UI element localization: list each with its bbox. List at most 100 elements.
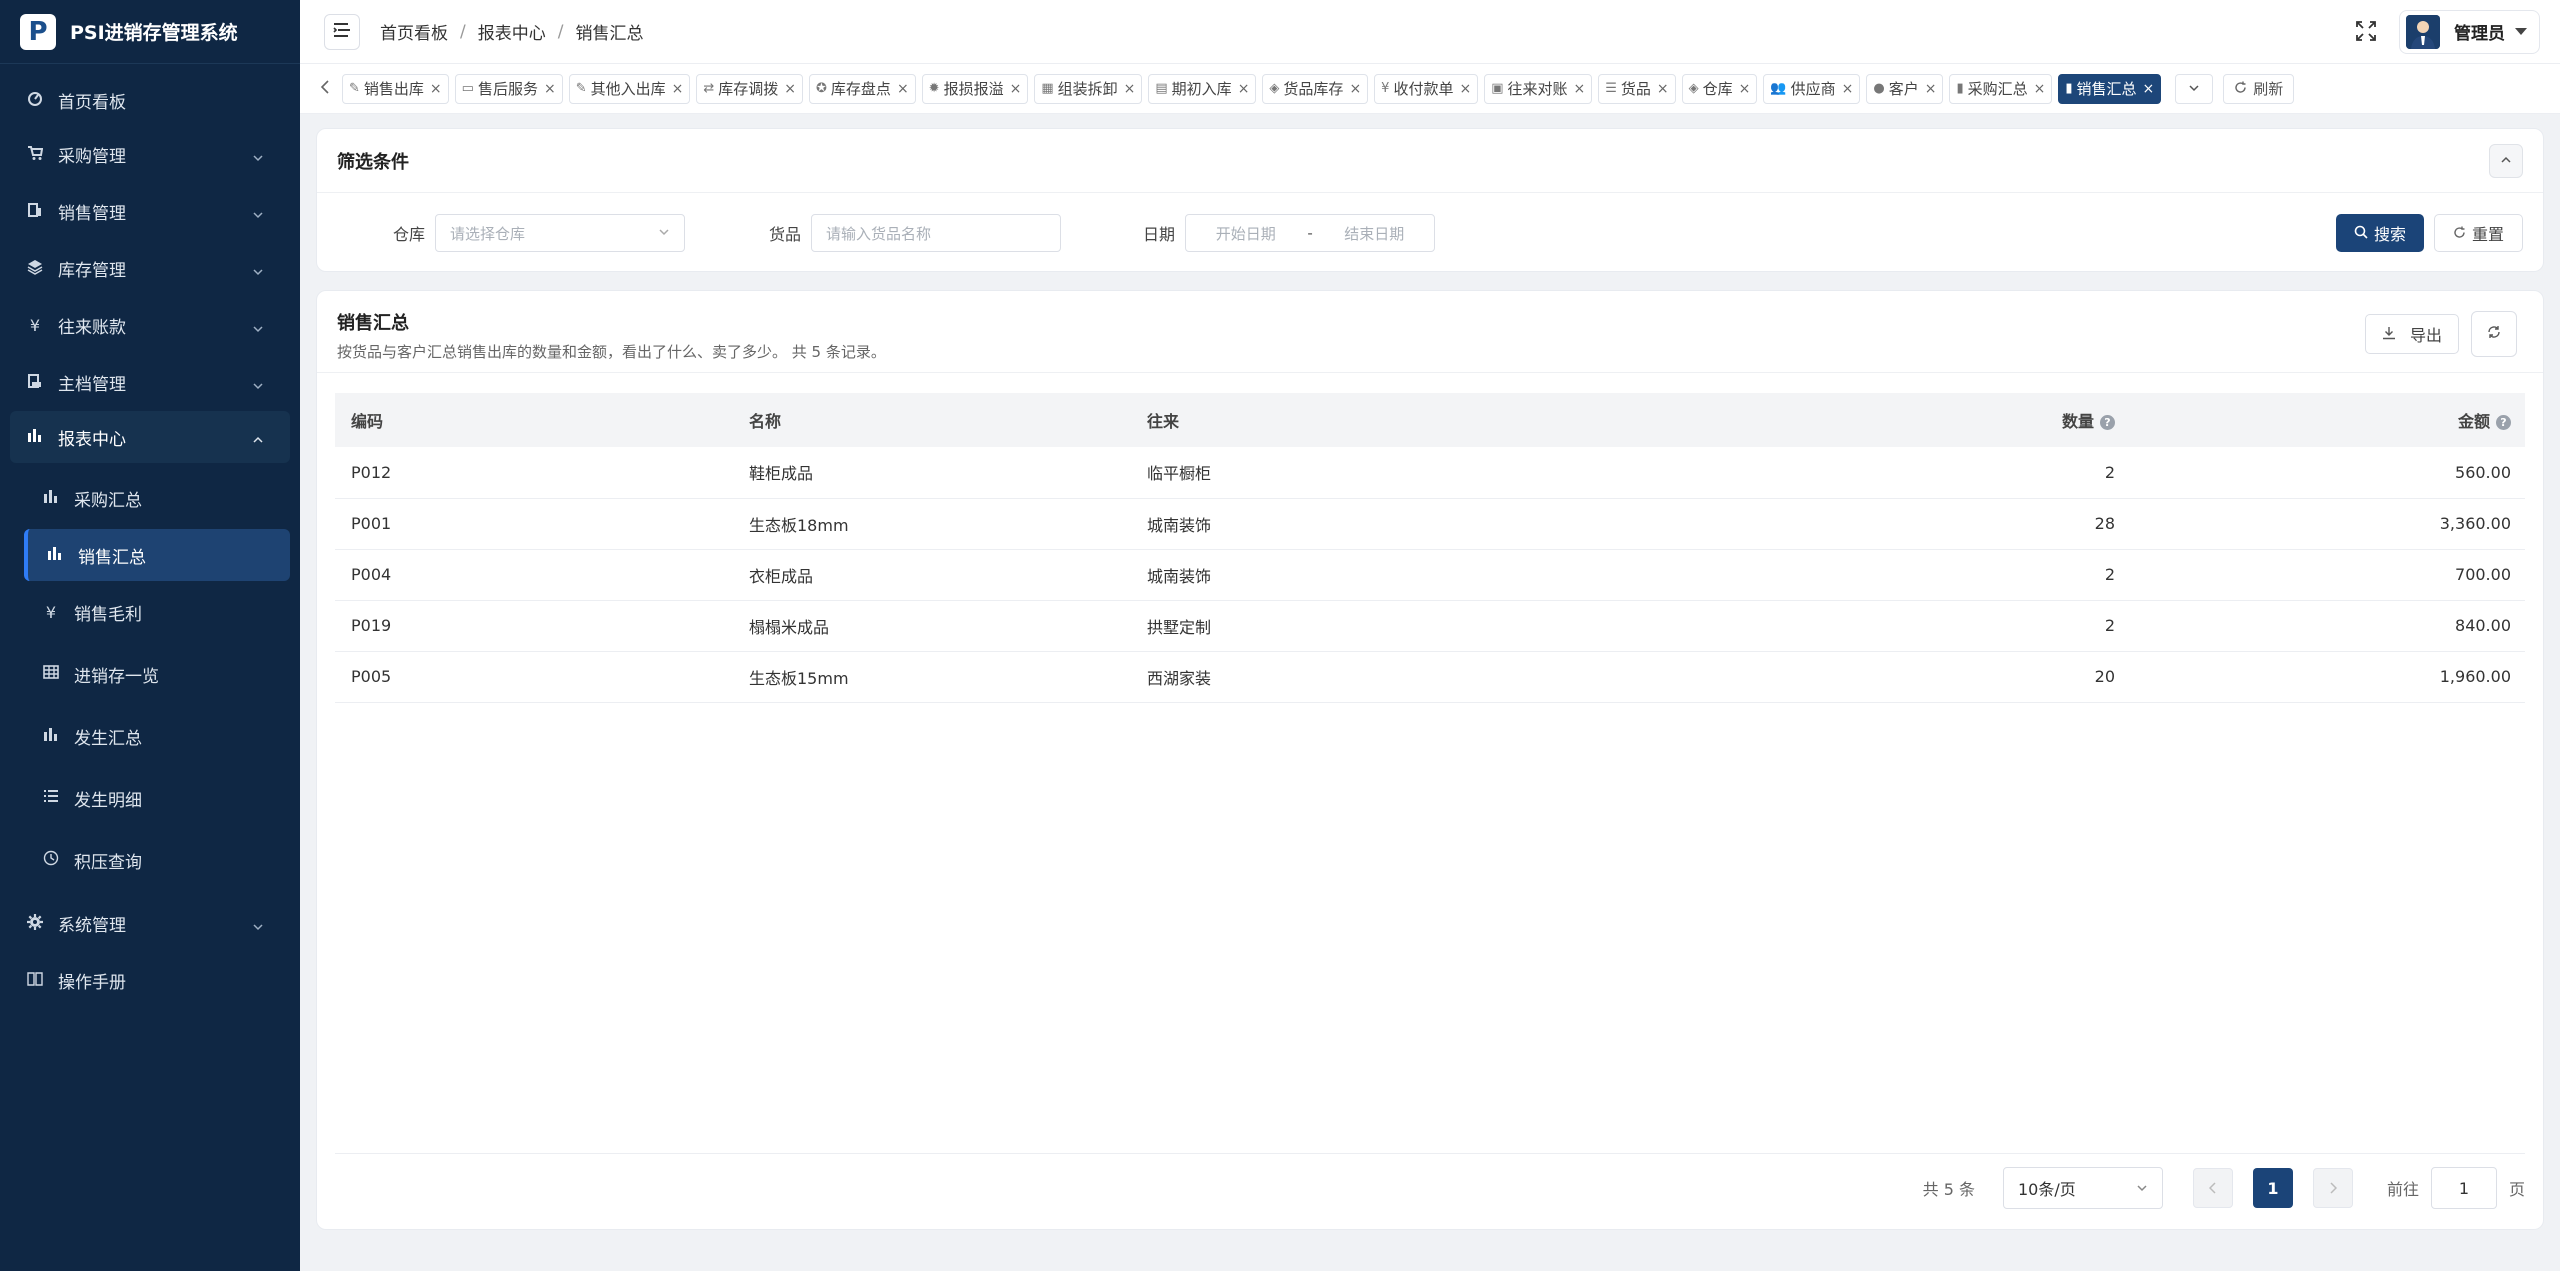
column-header-amount[interactable]: 金额?	[2129, 393, 2525, 447]
column-header-name[interactable]: 名称	[733, 393, 1131, 447]
close-icon[interactable]: ×	[672, 81, 684, 97]
table-row[interactable]: P001 生态板18mm 城南装饰 28 3,360.00	[335, 498, 2525, 550]
sidebar-item-gross-profit[interactable]: ¥ 销售毛利	[0, 581, 300, 643]
breadcrumb-item[interactable]: 首页看板	[380, 19, 448, 44]
tab-16[interactable]: ▮ 销售汇总 ×	[2058, 73, 2162, 104]
goods-input[interactable]: 请输入货品名称	[811, 214, 1062, 252]
sidebar-item-label: 报表中心	[58, 429, 126, 450]
tabs-scroll-left-button[interactable]	[312, 74, 338, 104]
help-icon[interactable]: ?	[2100, 415, 2115, 430]
close-icon[interactable]: ×	[897, 81, 909, 97]
reset-button[interactable]: 重置	[2433, 214, 2523, 252]
table-row[interactable]: P004 衣柜成品 城南装饰 2 700.00	[335, 549, 2525, 601]
sidebar-item-occurrence-detail[interactable]: 发生明细	[0, 767, 300, 829]
search-button[interactable]: 搜索	[2335, 214, 2424, 252]
sidebar-item-purchase-summary[interactable]: 采购汇总	[0, 467, 300, 529]
close-icon[interactable]: ×	[1010, 81, 1022, 97]
close-icon[interactable]: ×	[2034, 81, 2046, 97]
sidebar-item-manual[interactable]: 操作手册	[0, 952, 300, 1009]
reload-button[interactable]	[2471, 311, 2517, 357]
list-icon	[40, 788, 62, 808]
tab-3[interactable]: ⇄ 库存调拨 ×	[696, 73, 804, 104]
sidebar-item-inventory[interactable]: 库存管理	[0, 240, 300, 297]
sidebar-item-purchase[interactable]: 采购管理	[0, 126, 300, 183]
tab-0[interactable]: ✎ 销售出库 ×	[342, 73, 449, 104]
grid-icon: ▦	[1041, 81, 1054, 96]
tab-11[interactable]: ☰ 货品 ×	[1598, 73, 1676, 104]
export-button[interactable]: 导出	[2364, 314, 2459, 354]
tab-2[interactable]: ✎ 其他入出库 ×	[568, 73, 691, 104]
tab-13[interactable]: 👥 供应商 ×	[1763, 73, 1861, 104]
sidebar-item-accounts[interactable]: ¥ 往来账款	[0, 297, 300, 354]
page-number-current[interactable]: 1	[2252, 1168, 2293, 1208]
close-icon[interactable]: ×	[1842, 81, 1854, 97]
date-range-picker[interactable]: 开始日期 - 结束日期	[1185, 214, 1436, 252]
help-icon[interactable]: ?	[2496, 415, 2511, 430]
yen-icon: ¥	[29, 316, 41, 335]
tab-8[interactable]: ◈ 货品库存 ×	[1262, 73, 1369, 104]
sidebar-item-backlog[interactable]: 积压查询	[0, 829, 300, 891]
close-icon[interactable]: ×	[544, 81, 556, 97]
filter-collapse-button[interactable]	[2489, 143, 2523, 178]
tab-12[interactable]: ◈ 仓库 ×	[1681, 73, 1758, 104]
cell-code: P005	[335, 651, 733, 703]
user-menu[interactable]: 管理员	[2399, 9, 2540, 54]
goto-page-input[interactable]: 1	[2430, 1167, 2497, 1209]
tab-6[interactable]: ▦ 组装拆卸 ×	[1034, 73, 1143, 104]
chevron-down-icon	[252, 918, 264, 930]
close-icon[interactable]: ×	[1574, 81, 1586, 97]
warehouse-label: 仓库	[393, 225, 426, 244]
tab-1[interactable]: ▭ 售后服务 ×	[454, 73, 563, 104]
sidebar-item-system[interactable]: 系统管理	[0, 895, 300, 952]
close-icon[interactable]: ×	[1739, 81, 1751, 97]
brand[interactable]: P PSI进销存管理系统	[0, 0, 300, 64]
hamburger-icon	[332, 22, 352, 42]
tab-14[interactable]: ● 客户 ×	[1866, 73, 1944, 104]
table-row[interactable]: P019 榻榻米成品 拱墅定制 2 840.00	[335, 600, 2525, 652]
column-header-partner[interactable]: 往来	[1131, 393, 1731, 447]
close-icon[interactable]: ×	[1459, 81, 1471, 97]
cell-qty: 2	[1731, 549, 2129, 601]
tab-4[interactable]: ✪ 库存盘点 ×	[809, 73, 916, 104]
fullscreen-icon[interactable]	[2355, 20, 2379, 44]
sidebar-item-reports[interactable]: 报表中心	[10, 411, 290, 463]
cell-name: 生态板15mm	[733, 651, 1131, 703]
close-icon[interactable]: ×	[784, 81, 796, 97]
sidebar-item-sales-summary[interactable]: 销售汇总	[24, 529, 290, 581]
tabs-refresh-button[interactable]: 刷新	[2223, 73, 2295, 104]
warehouse-select[interactable]: 请选择仓库	[435, 214, 686, 252]
close-icon[interactable]: ×	[1657, 81, 1669, 97]
tabs-more-button[interactable]	[2175, 73, 2214, 104]
cell-qty: 2	[1731, 600, 2129, 652]
close-icon[interactable]: ×	[430, 81, 442, 97]
sidebar-item-sales[interactable]: 销售管理	[0, 183, 300, 240]
column-header-qty[interactable]: 数量?	[1731, 393, 2129, 447]
sidebar-item-occurrence-summary[interactable]: 发生汇总	[0, 705, 300, 767]
close-icon[interactable]: ×	[2143, 81, 2155, 97]
cell-partner: 城南装饰	[1131, 549, 1731, 601]
next-page-button[interactable]	[2312, 1168, 2353, 1208]
tab-5[interactable]: ✹ 报损报溢 ×	[921, 73, 1029, 104]
summary-card-header: 销售汇总 按货品与客户汇总销售出库的数量和金额，看出了什么、卖了多少。 共 5 …	[317, 291, 2543, 373]
close-icon[interactable]: ×	[1124, 81, 1136, 97]
cell-amount: 840.00	[2129, 600, 2525, 652]
close-icon[interactable]: ×	[1238, 81, 1250, 97]
tab-9[interactable]: ¥ 收付款单 ×	[1374, 73, 1479, 104]
tab-7[interactable]: ▤ 期初入库 ×	[1148, 73, 1257, 104]
table-row[interactable]: P012 鞋柜成品 临平橱柜 2 560.00	[335, 447, 2525, 499]
breadcrumb-item[interactable]: 报表中心	[478, 19, 546, 44]
sidebar-item-dashboard[interactable]: 首页看板	[0, 74, 300, 126]
breadcrumb-separator: /	[460, 21, 466, 42]
close-icon[interactable]: ×	[1925, 81, 1937, 97]
close-icon[interactable]: ×	[1349, 81, 1361, 97]
tab-10[interactable]: ▣ 往来对账 ×	[1484, 73, 1593, 104]
page-size-select[interactable]: 10条/页	[2002, 1167, 2163, 1209]
prev-page-button[interactable]	[2192, 1168, 2233, 1208]
column-header-code[interactable]: 编码	[335, 393, 733, 447]
menu-toggle-button[interactable]	[324, 13, 360, 50]
yen-icon: ¥	[45, 602, 57, 622]
sidebar-item-overview[interactable]: 进销存一览	[0, 643, 300, 705]
sidebar-item-master[interactable]: 主档管理	[0, 354, 300, 411]
tab-15[interactable]: ▮ 采购汇总 ×	[1949, 73, 2053, 104]
table-row[interactable]: P005 生态板15mm 西湖家装 20 1,960.00	[335, 651, 2525, 703]
